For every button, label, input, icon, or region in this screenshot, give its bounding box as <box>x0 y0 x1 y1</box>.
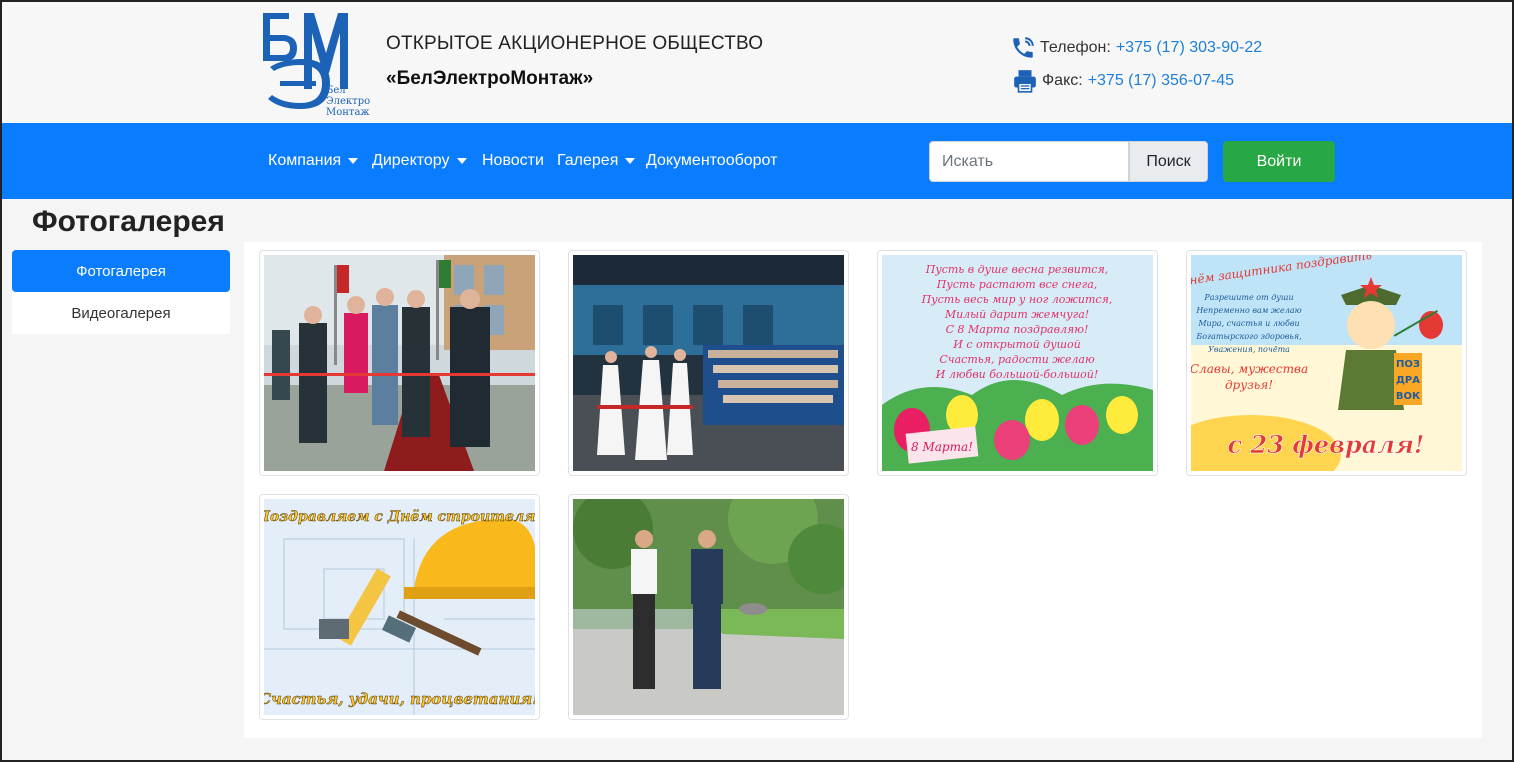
login-button[interactable]: Войти <box>1223 141 1335 182</box>
nav-documents[interactable]: Документооборот <box>646 152 777 170</box>
card23-badge-3: ВОК <box>1396 391 1421 402</box>
nav-director-label: Директору <box>372 152 450 169</box>
nav-news[interactable]: Новости <box>482 152 544 170</box>
card23-line-6: Уважения, почёта <box>1208 345 1290 354</box>
builders-card-bottom: Счастья, удачи, процветания! <box>264 690 535 708</box>
card23-line-8: друзья! <box>1225 378 1273 392</box>
card-line-2: Пусть растают все снега, <box>936 278 1098 291</box>
card23-line-4: Мира, счастья и любви <box>1197 319 1299 328</box>
logo-text-3: Монтаж <box>326 107 370 117</box>
fax-link[interactable]: +375 (17) 356-07-45 <box>1088 72 1234 90</box>
nav-gallery-label: Галерея <box>557 152 619 169</box>
concert-hall-dance-photo <box>573 255 844 471</box>
card-line-7: Счастья, радости желаю <box>939 353 1095 366</box>
builders-day-greeting-card: Поздравляем с Днём строителя! Счастья, у… <box>264 499 535 715</box>
photo-gallery-grid: Пусть в душе весна резвится, Пусть раста… <box>244 242 1482 738</box>
search-input[interactable] <box>929 141 1129 182</box>
nav-gallery[interactable]: Галерея <box>557 152 636 170</box>
card23-line-3: Непременно вам желаю <box>1195 306 1301 315</box>
officials-walking-photo <box>573 499 844 715</box>
gallery-photo-1[interactable] <box>259 250 540 476</box>
gallery-photo-6[interactable] <box>568 494 849 720</box>
march-8-greeting-card: Пусть в душе весна резвится, Пусть раста… <box>882 255 1153 471</box>
nav-company-label: Компания <box>268 152 342 169</box>
nav-news-label: Новости <box>482 152 544 169</box>
company-name: «БелЭлектроМонтаж» <box>386 68 594 89</box>
card-line-1: Пусть в душе весна резвится, <box>925 263 1109 276</box>
february-23-greeting-card: С днём защитника поздравить Разрешите от… <box>1191 255 1462 471</box>
caret-down-icon <box>348 158 359 164</box>
sidebar-item-photo-gallery[interactable]: Фотогалерея <box>12 250 230 292</box>
fax-contact: Факс: +375 (17) 356-07-45 <box>1012 68 1234 94</box>
logo-text-1: Бел <box>326 85 346 96</box>
card-line-8: И любви большой-большой! <box>935 368 1099 381</box>
phone-icon <box>1013 37 1034 58</box>
fax-icon <box>1014 70 1036 93</box>
gallery-photo-3[interactable]: Пусть в душе весна резвится, Пусть раста… <box>877 250 1158 476</box>
nav-director[interactable]: Директору <box>372 152 467 170</box>
card-line-4: Милый дарит жемчуга! <box>944 308 1089 321</box>
caret-down-icon <box>456 158 467 164</box>
card23-badge-1: ПОЗ <box>1396 359 1420 370</box>
caret-down-icon <box>625 158 636 164</box>
company-logo[interactable]: Бел Электро Монтаж <box>260 11 376 118</box>
card-line-5: С 8 Марта поздравляю! <box>946 323 1089 336</box>
nav-company[interactable]: Компания <box>268 152 359 170</box>
card23-footer: с 23 февраля! <box>1228 430 1425 459</box>
sidebar-item-video-gallery[interactable]: Видеогалерея <box>12 292 230 334</box>
browser-viewport: Бел Электро Монтаж ОТКРЫТОЕ АКЦИОНЕРНОЕ … <box>0 0 1514 762</box>
search-button[interactable]: Поиск <box>1129 141 1208 182</box>
gallery-photo-4[interactable]: С днём защитника поздравить Разрешите от… <box>1186 250 1467 476</box>
logo-text-2: Электро <box>326 96 370 107</box>
site-header: Бел Электро Монтаж ОТКРЫТОЕ АКЦИОНЕРНОЕ … <box>2 2 1512 123</box>
gallery-photo-2[interactable] <box>568 250 849 476</box>
phone-label: Телефон: <box>1040 39 1111 56</box>
card-tag: 8 Марта! <box>911 440 973 454</box>
card23-badge-2: ДРА <box>1396 375 1420 386</box>
phone-contact: Телефон: +375 (17) 303-90-22 <box>1010 35 1262 61</box>
page-title: Фотогалерея <box>32 205 225 238</box>
phone-link[interactable]: +375 (17) 303-90-22 <box>1116 39 1262 57</box>
card-line-6: И с открытой душой <box>952 338 1080 351</box>
card23-line-5: Богатырского здоровья, <box>1195 332 1301 341</box>
main-navbar: Компания Директору Новости Галерея Докум… <box>2 123 1512 199</box>
company-type: ОТКРЫТОЕ АКЦИОНЕРНОЕ ОБЩЕСТВО <box>386 33 764 54</box>
ribbon-cutting-ceremony-photo <box>264 255 535 471</box>
card23-line-7: Славы, мужества <box>1191 362 1308 376</box>
card-line-3: Пусть весь мир у ног ложится, <box>921 293 1113 306</box>
gallery-photo-5[interactable]: Поздравляем с Днём строителя! Счастья, у… <box>259 494 540 720</box>
card23-line-2: Разрешите от души <box>1203 293 1293 302</box>
builders-card-top: Поздравляем с Днём строителя! <box>264 509 535 525</box>
nav-documents-label: Документооборот <box>646 152 778 169</box>
fax-label: Факс: <box>1042 72 1083 89</box>
